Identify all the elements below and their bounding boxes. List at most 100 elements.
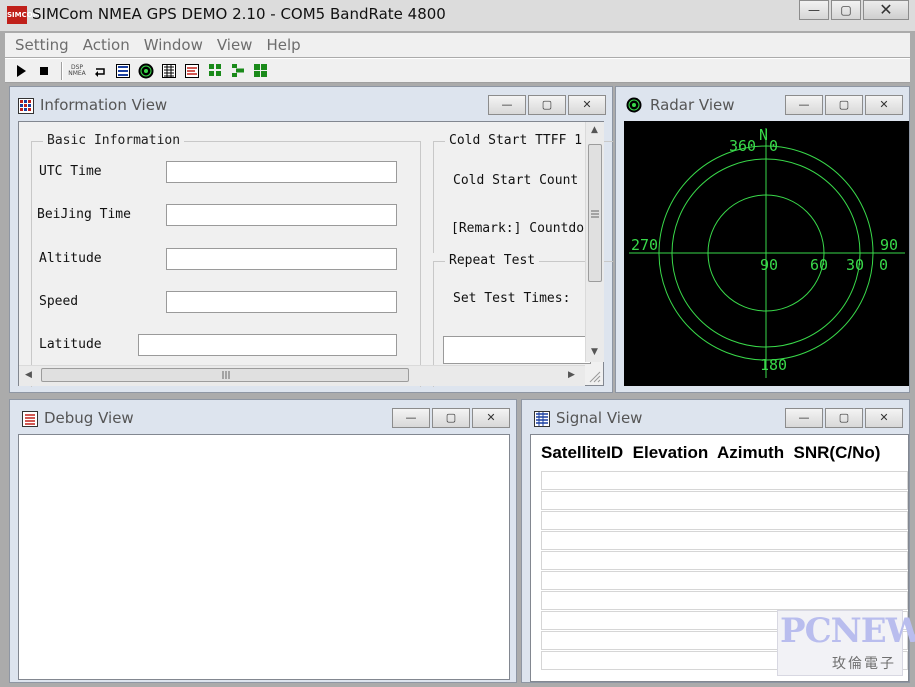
speed-label: Speed xyxy=(39,294,79,309)
vertical-scroll-thumb[interactable] xyxy=(588,144,602,282)
radar-360-label: 360 xyxy=(729,137,756,155)
scroll-left-icon[interactable]: ◀ xyxy=(25,370,32,380)
info-view-icon xyxy=(18,98,34,114)
resize-grip-icon[interactable] xyxy=(588,370,602,384)
debug-view-icon[interactable] xyxy=(159,61,179,81)
dsp-nmea-icon[interactable]: DSP NMEA xyxy=(67,61,87,81)
menu-window[interactable]: Window xyxy=(137,36,210,54)
signal-table-header: SatelliteID Elevation Azimuth SNR(C/No) xyxy=(541,443,881,462)
beijing-time-label: BeiJing Time xyxy=(37,207,131,222)
radar-270-label: 270 xyxy=(631,236,658,254)
radar-90-right-label: 90 xyxy=(880,236,898,254)
scroll-right-icon[interactable]: ▶ xyxy=(568,370,575,380)
speed-field[interactable] xyxy=(166,291,397,313)
latitude-label: Latitude xyxy=(39,337,102,352)
info-view-icon[interactable] xyxy=(113,61,133,81)
close-button[interactable]: ✕ xyxy=(865,408,903,428)
altitude-field[interactable] xyxy=(166,248,397,270)
utc-time-label: UTC Time xyxy=(39,164,102,179)
radar-plot: N 360 0 270 90 0 90 60 30 180 xyxy=(629,126,905,378)
menu-bar: Setting Action Window View Help xyxy=(5,33,910,57)
horizontal-scroll-thumb[interactable] xyxy=(41,368,409,382)
radar-view-titlebar[interactable]: Radar View — ▢ ✕ xyxy=(616,87,909,121)
information-view-window: Information View — ▢ ✕ Basic Information… xyxy=(9,86,613,393)
radar-ring-90-label: 90 xyxy=(760,256,778,274)
information-view-body: Basic Information UTC Time BeiJing Time … xyxy=(18,121,613,387)
latitude-field[interactable] xyxy=(138,334,397,356)
test-times-field[interactable] xyxy=(443,336,591,364)
signal-view-titlebar[interactable]: Signal View — ▢ ✕ xyxy=(522,400,909,434)
table-row[interactable] xyxy=(541,491,908,510)
information-view-titlebar[interactable]: Information View — ▢ ✕ xyxy=(10,87,612,121)
reset-icon[interactable] xyxy=(90,61,110,81)
debug-view-icon xyxy=(22,411,38,427)
minimize-button[interactable]: — xyxy=(799,0,829,20)
minimize-button[interactable]: — xyxy=(785,95,823,115)
watermark-sub: 玫倫電子 xyxy=(832,656,896,672)
stop-icon[interactable] xyxy=(34,61,54,81)
table-row[interactable] xyxy=(541,591,908,610)
debug-view-title: Debug View xyxy=(44,409,134,427)
beijing-time-field[interactable] xyxy=(166,204,397,226)
debug-view-window: Debug View — ▢ ✕ xyxy=(9,399,517,683)
debug-output[interactable] xyxy=(18,434,510,680)
remark-label: [Remark:] Countdo xyxy=(451,221,585,236)
table-row[interactable] xyxy=(541,551,908,570)
watermark-main: PCNEWS xyxy=(780,611,915,651)
radar-view-icon[interactable] xyxy=(136,61,156,81)
maximize-button[interactable]: ▢ xyxy=(831,0,861,20)
signal-view-window: Signal View — ▢ ✕ SatelliteID Elevation … xyxy=(521,399,915,683)
signal-table: SatelliteID Elevation Azimuth SNR(C/No) … xyxy=(530,434,915,682)
close-button[interactable]: ✕ xyxy=(865,95,903,115)
cold-start-ttff-title: Cold Start TTFF 1 xyxy=(445,133,591,148)
close-button[interactable]: ✕ xyxy=(472,408,510,428)
vertical-scrollbar[interactable]: ▲ ▼ xyxy=(585,122,604,362)
debug-view-titlebar[interactable]: Debug View — ▢ ✕ xyxy=(10,400,516,434)
menu-help[interactable]: Help xyxy=(259,36,307,54)
toolbar-separator xyxy=(61,61,63,80)
maximize-button[interactable]: ▢ xyxy=(825,95,863,115)
horizontal-scrollbar[interactable]: ◀ ▶ xyxy=(19,365,585,386)
layout-tree-icon[interactable] xyxy=(228,61,248,81)
signal-view-icon[interactable] xyxy=(182,61,202,81)
radar-view-title: Radar View xyxy=(650,96,735,114)
table-row[interactable] xyxy=(541,571,908,590)
radar-canvas: N 360 0 270 90 0 90 60 30 180 xyxy=(624,121,909,386)
radar-view-icon xyxy=(626,97,642,113)
play-icon[interactable] xyxy=(11,61,31,81)
maximize-button[interactable]: ▢ xyxy=(432,408,470,428)
close-button[interactable]: ✕ xyxy=(863,0,909,20)
repeat-test-title: Repeat Test xyxy=(445,253,540,268)
layout-grid-icon[interactable] xyxy=(205,61,225,81)
utc-time-field[interactable] xyxy=(166,161,397,183)
maximize-button[interactable]: ▢ xyxy=(825,408,863,428)
toolbar: DSP NMEA xyxy=(5,58,910,83)
set-test-times-label: Set Test Times: xyxy=(453,291,571,306)
cold-start-count-label: Cold Start Count xyxy=(453,173,579,188)
altitude-label: Altitude xyxy=(39,251,102,266)
menu-action[interactable]: Action xyxy=(76,36,137,54)
minimize-button[interactable]: — xyxy=(488,95,526,115)
table-row[interactable] xyxy=(541,511,908,530)
scroll-down-icon[interactable]: ▼ xyxy=(591,347,598,357)
basic-information-title: Basic Information xyxy=(43,133,185,148)
table-row[interactable] xyxy=(541,531,908,550)
radar-0-top-label: 0 xyxy=(769,137,778,155)
table-row[interactable] xyxy=(541,471,908,490)
radar-north-label: N xyxy=(759,126,768,144)
menu-view[interactable]: View xyxy=(210,36,260,54)
scroll-up-icon[interactable]: ▲ xyxy=(591,125,598,135)
minimize-button[interactable]: — xyxy=(785,408,823,428)
menu-setting[interactable]: Setting xyxy=(8,36,76,54)
minimize-button[interactable]: — xyxy=(392,408,430,428)
information-view-title: Information View xyxy=(40,96,168,114)
signal-view-icon xyxy=(534,411,550,427)
radar-0-right-label: 0 xyxy=(879,256,888,274)
layout-tile-icon[interactable] xyxy=(251,61,271,81)
app-title: SIMCom NMEA GPS DEMO 2.10 - COM5 BandRat… xyxy=(32,5,446,23)
radar-180-label: 180 xyxy=(760,356,787,374)
app-titlebar[interactable]: SIMCOM SIMCom NMEA GPS DEMO 2.10 - COM5 … xyxy=(0,0,915,31)
simcom-logo-icon: SIMCOM xyxy=(7,6,40,24)
maximize-button[interactable]: ▢ xyxy=(528,95,566,115)
close-button[interactable]: ✕ xyxy=(568,95,606,115)
